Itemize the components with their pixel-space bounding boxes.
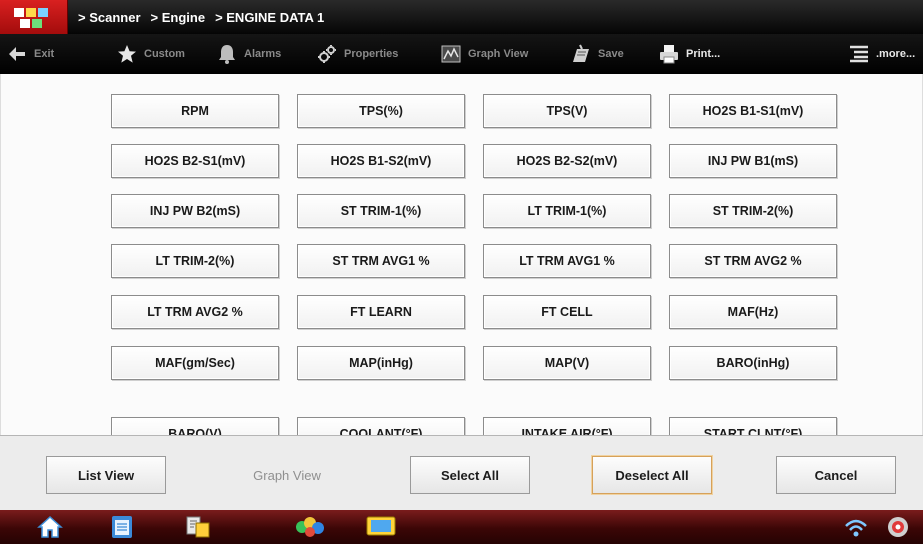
pid-button[interactable]: HO2S B1-S1(mV) [669, 94, 837, 128]
properties-button[interactable]: Properties [316, 34, 398, 74]
exit-button[interactable]: Exit [6, 34, 54, 74]
select-all-button[interactable]: Select All [410, 456, 530, 494]
printer-icon [658, 43, 680, 65]
pid-button[interactable]: ST TRM AVG2 % [669, 244, 837, 278]
pid-button[interactable]: MAP(inHg) [297, 346, 465, 380]
breadcrumb: > Scanner > Engine > ENGINE DATA 1 [78, 10, 334, 25]
screen-icon[interactable] [364, 514, 398, 540]
scanner-icon[interactable] [884, 514, 912, 540]
pid-button[interactable]: LT TRM AVG1 % [483, 244, 651, 278]
pid-button[interactable]: MAF(gm/Sec) [111, 346, 279, 380]
graph-icon [440, 43, 462, 65]
pid-button[interactable]: FT CELL [483, 295, 651, 329]
pid-grid[interactable]: RPM TPS(%) TPS(V) HO2S B1-S1(mV) HO2S B2-S1(… [0, 74, 923, 435]
pid-button[interactable]: HO2S B2-S2(mV) [483, 144, 651, 178]
graph-view-button[interactable]: Graph View [228, 456, 346, 494]
pid-button[interactable]: LT TRM AVG2 % [111, 295, 279, 329]
pid-button[interactable]: HO2S B2-S1(mV) [111, 144, 279, 178]
cancel-button[interactable]: Cancel [776, 456, 896, 494]
list-view-button[interactable]: List View [46, 456, 166, 494]
deselect-all-button[interactable]: Deselect All [592, 456, 712, 494]
pid-button[interactable]: FT LEARN [297, 295, 465, 329]
pid-button[interactable]: HO2S B1-S2(mV) [297, 144, 465, 178]
app-logo [0, 0, 68, 34]
pid-button[interactable]: LT TRIM-1(%) [483, 194, 651, 228]
wifi-icon[interactable] [842, 514, 870, 540]
pid-button[interactable]: ST TRIM-1(%) [297, 194, 465, 228]
menu-list-icon [848, 43, 870, 65]
alarms-button[interactable]: Alarms [216, 34, 281, 74]
pid-button[interactable]: ST TRIM-2(%) [669, 194, 837, 228]
pid-button[interactable]: BARO(inHg) [669, 346, 837, 380]
graph-view-toolbar-button[interactable]: Graph View [440, 34, 528, 74]
properties-icon [316, 43, 338, 65]
back-arrow-icon [6, 43, 28, 65]
breadcrumb-scanner[interactable]: > Scanner [78, 10, 141, 25]
pid-button[interactable]: MAP(V) [483, 346, 651, 380]
title-bar: > Scanner > Engine > ENGINE DATA 1 [0, 0, 923, 34]
pid-button[interactable]: MAF(Hz) [669, 295, 837, 329]
pid-button[interactable]: RPM [111, 94, 279, 128]
toolbar: Exit Custom Alarms Properties Graph View… [0, 34, 923, 74]
pid-button[interactable]: COOLANT(°F) [297, 417, 465, 435]
pid-button[interactable]: TPS(V) [483, 94, 651, 128]
save-icon [570, 43, 592, 65]
pid-button[interactable]: INTAKE AIR(°F) [483, 417, 651, 435]
pid-button[interactable]: LT TRIM-2(%) [111, 244, 279, 278]
data-transfer-icon[interactable] [184, 514, 212, 540]
star-icon [116, 43, 138, 65]
more-button[interactable]: .more... [848, 34, 915, 74]
taskbar [0, 510, 923, 544]
save-button[interactable]: Save [570, 34, 624, 74]
pid-button[interactable]: TPS(%) [297, 94, 465, 128]
pid-button[interactable]: BARO(V) [111, 417, 279, 435]
action-bar: List View Graph View Select All Deselect… [0, 435, 923, 510]
pid-button[interactable]: INJ PW B1(mS) [669, 144, 837, 178]
print-button[interactable]: Print... [658, 34, 720, 74]
app-launcher-icon[interactable] [290, 514, 330, 540]
bell-icon [216, 43, 238, 65]
pid-button[interactable]: INJ PW B2(mS) [111, 194, 279, 228]
pid-button[interactable]: ST TRM AVG1 % [297, 244, 465, 278]
pid-button[interactable]: START CLNT(°F) [669, 417, 837, 435]
breadcrumb-engine[interactable]: > Engine [151, 10, 206, 25]
notepad-icon[interactable] [108, 514, 136, 540]
breadcrumb-engine-data: > ENGINE DATA 1 [215, 9, 325, 25]
custom-button[interactable]: Custom [116, 34, 185, 74]
home-icon[interactable] [36, 514, 64, 540]
